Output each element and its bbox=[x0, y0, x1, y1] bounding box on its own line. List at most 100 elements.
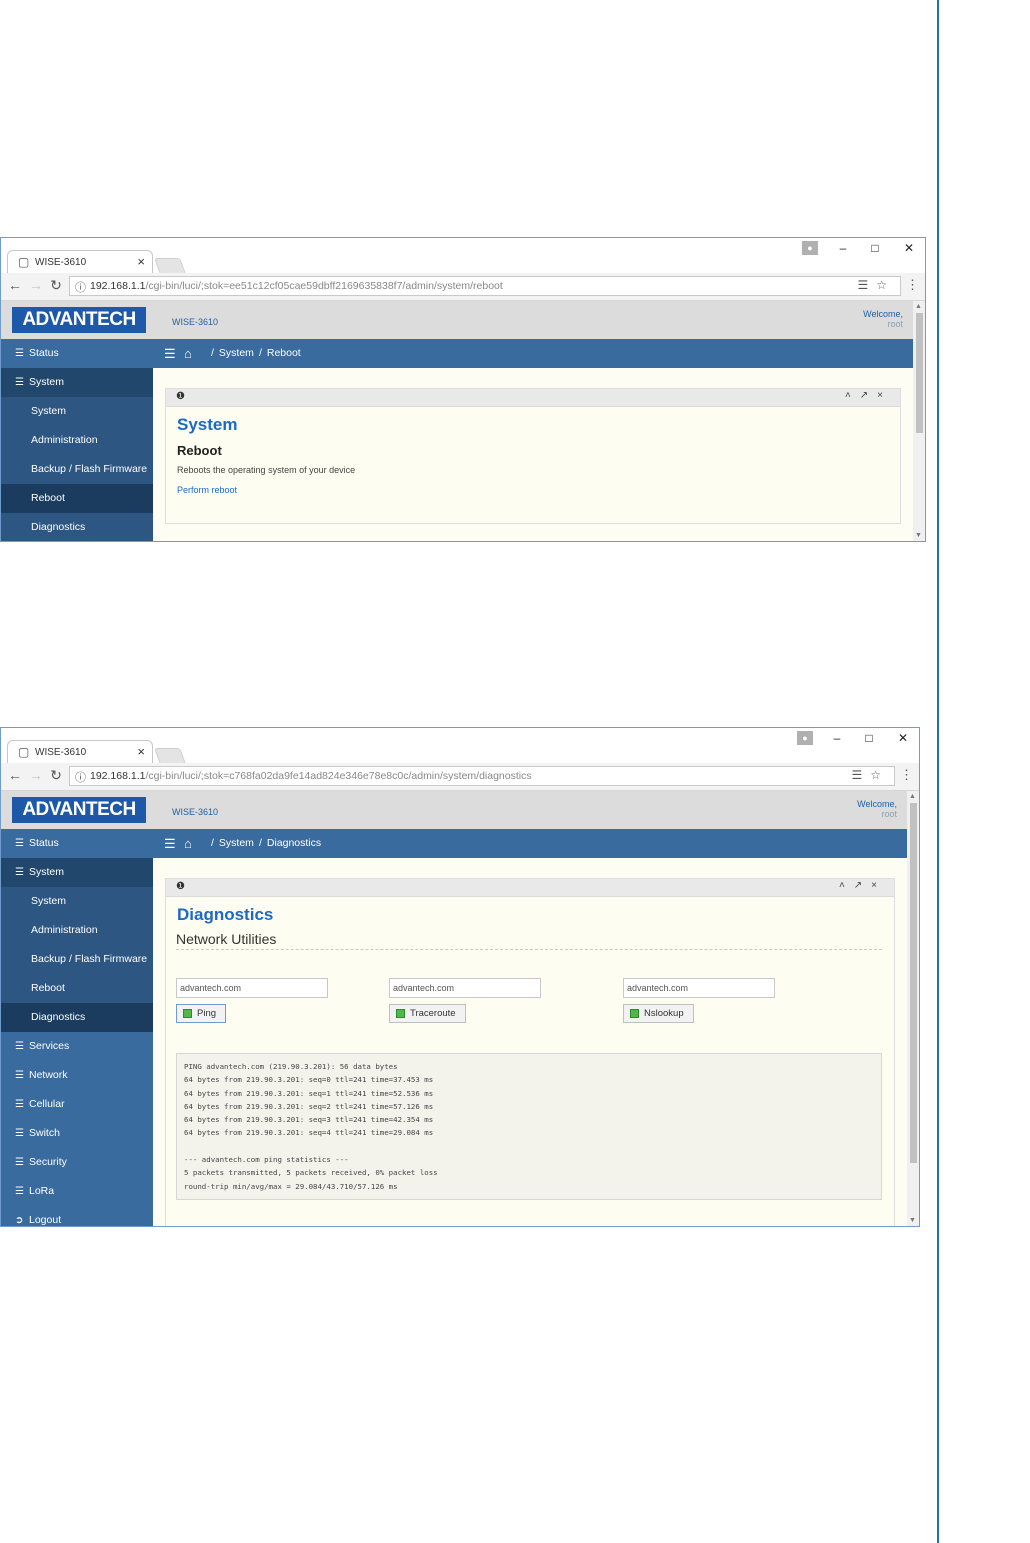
list-icon: ☰ bbox=[15, 1099, 24, 1110]
scroll-down-icon[interactable]: ▼ bbox=[915, 532, 922, 539]
page-description: Reboots the operating system of your dev… bbox=[177, 465, 356, 475]
list-icon: ☰ bbox=[15, 838, 24, 849]
browser-toolbar: ← → ↻ ⓘ 192.168.1.1/cgi-bin/luci/;stok=c… bbox=[1, 763, 919, 791]
panel-controls[interactable]: ˄↗× bbox=[839, 880, 886, 891]
page-title: Diagnostics bbox=[177, 905, 274, 924]
sidebar-item-cellular[interactable]: ☰ Cellular bbox=[1, 1090, 153, 1119]
scroll-thumb[interactable] bbox=[916, 313, 923, 433]
apply-icon bbox=[396, 1009, 405, 1018]
sidebar-item-network[interactable]: ☰ Network bbox=[1, 1061, 153, 1090]
tab-close-icon[interactable]: × bbox=[137, 744, 145, 759]
output-line: PING advantech.com (219.90.3.201): 56 da… bbox=[184, 1062, 398, 1071]
list-icon: ☰ bbox=[15, 1186, 24, 1197]
breadcrumb-diagnostics: Diagnostics bbox=[266, 837, 322, 849]
main-content: ❶ ˄↗× Diagnostics Network Utilities adva… bbox=[153, 858, 907, 1226]
device-name: WISE-3610 bbox=[172, 807, 219, 817]
scrollbar[interactable]: ▲ ▼ bbox=[913, 301, 925, 541]
minimize-icon[interactable]: – bbox=[833, 241, 853, 257]
breadcrumb-bar: ☰ ⌂ / System / Reboot bbox=[153, 339, 913, 368]
profile-icon[interactable]: ● bbox=[797, 731, 813, 745]
new-tab-button[interactable] bbox=[154, 258, 186, 274]
perform-reboot-link[interactable]: Perform reboot bbox=[177, 485, 237, 495]
forward-arrow-icon[interactable]: → bbox=[28, 277, 44, 295]
profile-icon[interactable]: ● bbox=[802, 241, 818, 255]
page-title: System bbox=[177, 415, 238, 434]
advantech-logo[interactable]: ADVANTECH bbox=[12, 797, 146, 823]
sidebar-subitem-diagnostics[interactable]: Diagnostics bbox=[1, 513, 153, 541]
scroll-up-icon[interactable]: ▲ bbox=[909, 793, 916, 800]
browser-tab[interactable]: ▢ WISE-3610 × bbox=[7, 740, 153, 763]
hamburger-icon[interactable]: ☰ bbox=[164, 829, 176, 858]
main-content: ❶ ˄↗× System Reboot Reboots the operatin… bbox=[153, 368, 913, 541]
browser-window-diagnostics: ▢ WISE-3610 × ● – □ ✕ ← → ↻ ⓘ 192.168.1.… bbox=[0, 727, 920, 1227]
sidebar-subitem-administration[interactable]: Administration bbox=[1, 916, 153, 945]
browser-tab[interactable]: ▢ WISE-3610 × bbox=[7, 250, 153, 273]
sidebar-subitem-reboot[interactable]: Reboot bbox=[1, 974, 153, 1003]
tab-close-icon[interactable]: × bbox=[137, 254, 145, 269]
scroll-thumb[interactable] bbox=[910, 803, 917, 1163]
sidebar-item-security[interactable]: ☰ Security bbox=[1, 1148, 153, 1177]
sidebar-subitem-system[interactable]: System bbox=[1, 397, 153, 426]
sidebar-subitem-reboot[interactable]: Reboot bbox=[1, 484, 153, 513]
info-icon[interactable]: ⓘ bbox=[75, 279, 86, 295]
browser-menu-icon[interactable]: ⋮ bbox=[906, 277, 919, 293]
sidebar: ☰ Status ☰ System System Administration Ba… bbox=[1, 829, 153, 1226]
ping-host-input[interactable]: advantech.com bbox=[176, 978, 328, 998]
sidebar-subitem-system[interactable]: System bbox=[1, 887, 153, 916]
nslookup-host-input[interactable]: advantech.com bbox=[623, 978, 775, 998]
maximize-icon[interactable]: □ bbox=[859, 731, 879, 747]
ping-button[interactable]: Ping bbox=[176, 1004, 227, 1023]
output-line: 64 bytes from 219.90.3.201: seq=1 ttl=24… bbox=[184, 1088, 434, 1098]
output-line: round-trip min/avg/max = 29.084/43.710/5… bbox=[184, 1181, 398, 1191]
sidebar-subitem-backup[interactable]: Backup / Flash Firmware bbox=[1, 945, 153, 974]
close-window-icon[interactable]: ✕ bbox=[893, 731, 913, 747]
minimize-icon[interactable]: – bbox=[827, 731, 847, 747]
hamburger-icon[interactable]: ☰ bbox=[164, 339, 176, 368]
breadcrumb-system[interactable]: System bbox=[219, 347, 254, 359]
home-icon[interactable]: ⌂ bbox=[184, 339, 192, 368]
sidebar-subitem-administration[interactable]: Administration bbox=[1, 426, 153, 455]
sidebar-item-system[interactable]: ☰ System bbox=[1, 368, 153, 397]
back-arrow-icon[interactable]: ← bbox=[7, 767, 23, 785]
scroll-down-icon[interactable]: ▼ bbox=[909, 1217, 916, 1224]
home-icon[interactable]: ⌂ bbox=[184, 829, 192, 858]
address-bar[interactable]: ⓘ 192.168.1.1/cgi-bin/luci/;stok=c768fa0… bbox=[69, 766, 895, 786]
panel-controls[interactable]: ˄↗× bbox=[845, 390, 892, 401]
output-line: 5 packets transmitted, 5 packets receive… bbox=[184, 1168, 438, 1178]
apply-icon bbox=[183, 1009, 192, 1018]
app-header: ADVANTECH WISE-3610 Welcome, root bbox=[1, 791, 907, 829]
scroll-up-icon[interactable]: ▲ bbox=[915, 303, 922, 310]
output-line: --- advantech.com ping statistics --- bbox=[184, 1155, 349, 1165]
maximize-icon[interactable]: □ bbox=[865, 241, 885, 257]
sidebar-item-system[interactable]: ☰ System bbox=[1, 858, 153, 887]
sidebar-item-logout[interactable]: ➲ Logout bbox=[1, 1206, 153, 1226]
traceroute-button[interactable]: Traceroute bbox=[389, 1004, 466, 1023]
reload-icon[interactable]: ↻ bbox=[48, 277, 64, 295]
browser-menu-icon[interactable]: ⋮ bbox=[900, 767, 913, 783]
advantech-logo[interactable]: ADVANTECH bbox=[12, 307, 146, 333]
breadcrumb-system[interactable]: System bbox=[219, 837, 254, 849]
traceroute-host-input[interactable]: advantech.com bbox=[389, 978, 541, 998]
sidebar-item-status[interactable]: ☰ Status bbox=[1, 829, 153, 858]
output-line: 64 bytes from 219.90.3.201: seq=3 ttl=24… bbox=[184, 1115, 434, 1125]
logout-icon: ➲ bbox=[15, 1215, 24, 1226]
sidebar-subitem-backup[interactable]: Backup / Flash Firmware bbox=[1, 455, 153, 484]
sidebar-item-services[interactable]: ☰ Services bbox=[1, 1032, 153, 1061]
page-margin-rule bbox=[937, 0, 939, 1543]
address-bar[interactable]: ⓘ 192.168.1.1/cgi-bin/luci/;stok=ee51c12… bbox=[69, 276, 901, 296]
back-arrow-icon[interactable]: ← bbox=[7, 277, 23, 295]
close-window-icon[interactable]: ✕ bbox=[899, 241, 919, 257]
sidebar-item-status[interactable]: ☰ Status bbox=[1, 339, 153, 368]
translate-star-icons[interactable]: ☰☆ bbox=[851, 768, 889, 782]
sidebar-subitem-diagnostics[interactable]: Diagnostics bbox=[1, 1003, 153, 1032]
scrollbar[interactable]: ▲ ▼ bbox=[907, 791, 919, 1226]
nslookup-button[interactable]: Nslookup bbox=[623, 1004, 694, 1023]
sidebar-item-switch[interactable]: ☰ Switch bbox=[1, 1119, 153, 1148]
info-icon[interactable]: ⓘ bbox=[75, 769, 86, 785]
translate-star-icons[interactable]: ☰☆ bbox=[857, 278, 895, 292]
forward-arrow-icon[interactable]: → bbox=[28, 767, 44, 785]
new-tab-button[interactable] bbox=[154, 748, 186, 764]
reload-icon[interactable]: ↻ bbox=[48, 767, 64, 785]
sidebar-item-lora[interactable]: ☰ LoRa bbox=[1, 1177, 153, 1206]
